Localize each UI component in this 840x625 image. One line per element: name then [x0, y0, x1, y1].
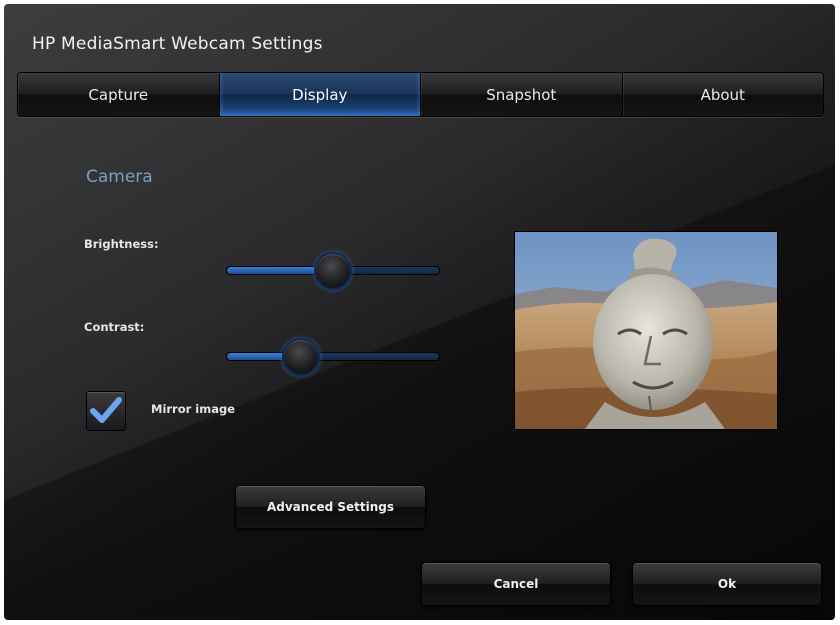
- cancel-button[interactable]: Cancel: [421, 562, 611, 606]
- contrast-label: Contrast:: [84, 320, 145, 334]
- tab-snapshot[interactable]: Snapshot: [421, 73, 623, 116]
- brightness-label: Brightness:: [84, 237, 159, 251]
- checkmark-icon: [90, 397, 122, 423]
- contrast-slider-thumb[interactable]: [281, 338, 320, 376]
- brightness-slider[interactable]: [226, 252, 440, 290]
- ok-button[interactable]: Ok: [632, 562, 822, 606]
- tab-capture[interactable]: Capture: [18, 73, 220, 116]
- contrast-slider[interactable]: [226, 338, 440, 376]
- brightness-slider-thumb[interactable]: [313, 252, 352, 290]
- tab-about[interactable]: About: [622, 73, 823, 116]
- mirror-image-checkbox[interactable]: [86, 391, 126, 431]
- webcam-preview-icon: [515, 232, 777, 429]
- contrast-slider-rest: [299, 353, 439, 360]
- mirror-image-label: Mirror image: [151, 402, 236, 416]
- tab-bar: Capture Display Snapshot About: [17, 72, 824, 117]
- tab-display[interactable]: Display: [219, 73, 421, 116]
- window-title: HP MediaSmart Webcam Settings: [32, 34, 323, 54]
- advanced-settings-button[interactable]: Advanced Settings: [235, 485, 426, 529]
- webcam-preview-image: [514, 231, 778, 430]
- contrast-slider-track: [226, 352, 440, 361]
- settings-window: HP MediaSmart Webcam Settings Capture Di…: [4, 4, 835, 620]
- camera-section-title: Camera: [86, 167, 153, 187]
